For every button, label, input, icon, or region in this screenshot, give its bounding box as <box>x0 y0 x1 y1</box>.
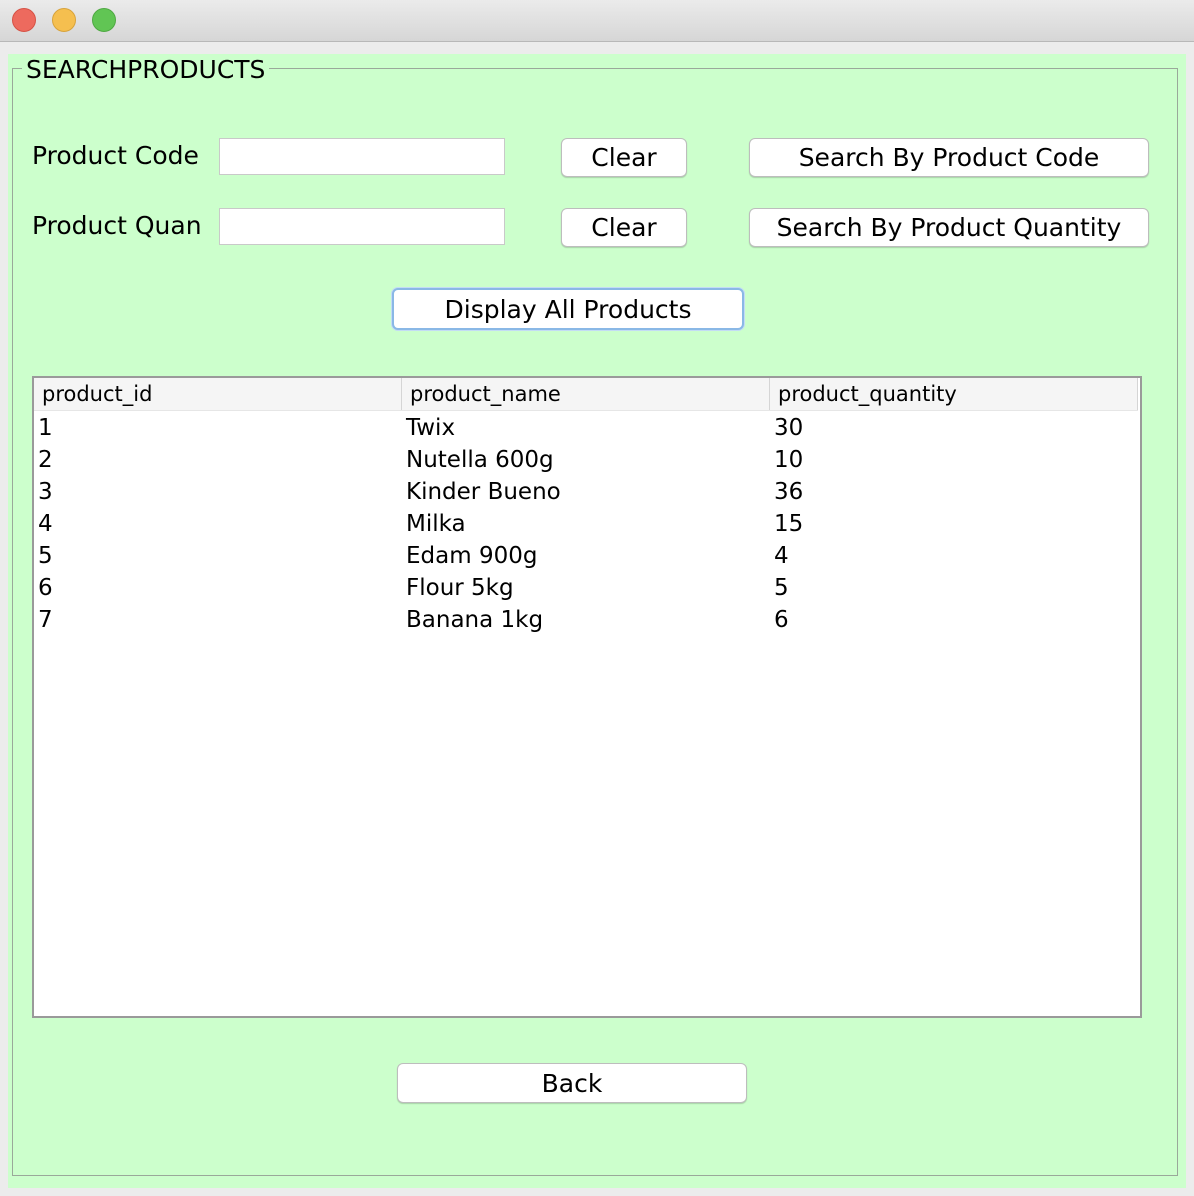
cell-product-id: 7 <box>38 607 53 633</box>
cell-product-name: Nutella 600g <box>406 447 554 473</box>
products-table[interactable]: product_id product_name product_quantity… <box>32 376 1142 1018</box>
cell-product-quantity: 36 <box>774 479 804 505</box>
column-header-product-name[interactable]: product_name <box>402 378 770 410</box>
column-header-product-id[interactable]: product_id <box>34 378 402 410</box>
cell-product-id: 2 <box>38 447 53 473</box>
table-row[interactable]: 4 Milka 15 <box>34 508 1138 540</box>
cell-product-id: 1 <box>38 415 53 441</box>
cell-product-id: 5 <box>38 543 53 569</box>
cell-product-name: Kinder Bueno <box>406 479 561 505</box>
search-by-quantity-button[interactable]: Search By Product Quantity <box>749 208 1149 247</box>
table-row[interactable]: 5 Edam 900g 4 <box>34 540 1138 572</box>
close-window-icon[interactable] <box>12 8 36 32</box>
minimize-window-icon[interactable] <box>52 8 76 32</box>
cell-product-quantity: 15 <box>774 511 804 537</box>
cell-product-name: Banana 1kg <box>406 607 544 633</box>
maximize-window-icon[interactable] <box>92 8 116 32</box>
product-quan-input[interactable] <box>219 208 505 245</box>
cell-product-name: Flour 5kg <box>406 575 514 601</box>
cell-product-quantity: 6 <box>774 607 789 633</box>
group-title: SEARCHPRODUCTS <box>22 54 270 86</box>
cell-product-id: 6 <box>38 575 53 601</box>
cell-product-quantity: 30 <box>774 415 804 441</box>
window-titlebar <box>0 0 1194 42</box>
product-code-input[interactable] <box>219 138 505 175</box>
table-row[interactable]: 6 Flour 5kg 5 <box>34 572 1138 604</box>
clear-quan-button[interactable]: Clear <box>561 208 687 247</box>
cell-product-quantity: 5 <box>774 575 789 601</box>
cell-product-quantity: 10 <box>774 447 804 473</box>
cell-product-name: Milka <box>406 511 466 537</box>
search-by-code-button[interactable]: Search By Product Code <box>749 138 1149 177</box>
product-code-label: Product Code <box>32 141 199 170</box>
cell-product-id: 3 <box>38 479 53 505</box>
table-row[interactable]: 3 Kinder Bueno 36 <box>34 476 1138 508</box>
search-products-panel: SEARCHPRODUCTS Product Code Clear Search… <box>8 54 1186 1188</box>
cell-product-name: Twix <box>406 415 456 441</box>
cell-product-name: Edam 900g <box>406 543 538 569</box>
table-header: product_id product_name product_quantity <box>34 378 1138 411</box>
product-quan-label: Product Quan <box>32 211 202 240</box>
cell-product-quantity: 4 <box>774 543 789 569</box>
table-row[interactable]: 2 Nutella 600g 10 <box>34 444 1138 476</box>
display-all-products-button[interactable]: Display All Products <box>392 288 744 330</box>
table-body: 1 Twix 30 2 Nutella 600g 10 3 Kinder Bue… <box>34 412 1138 636</box>
back-button[interactable]: Back <box>397 1063 747 1103</box>
clear-code-button[interactable]: Clear <box>561 138 687 177</box>
cell-product-id: 4 <box>38 511 53 537</box>
table-row[interactable]: 1 Twix 30 <box>34 412 1138 444</box>
column-header-product-quantity[interactable]: product_quantity <box>770 378 1138 410</box>
table-row[interactable]: 7 Banana 1kg 6 <box>34 604 1138 636</box>
